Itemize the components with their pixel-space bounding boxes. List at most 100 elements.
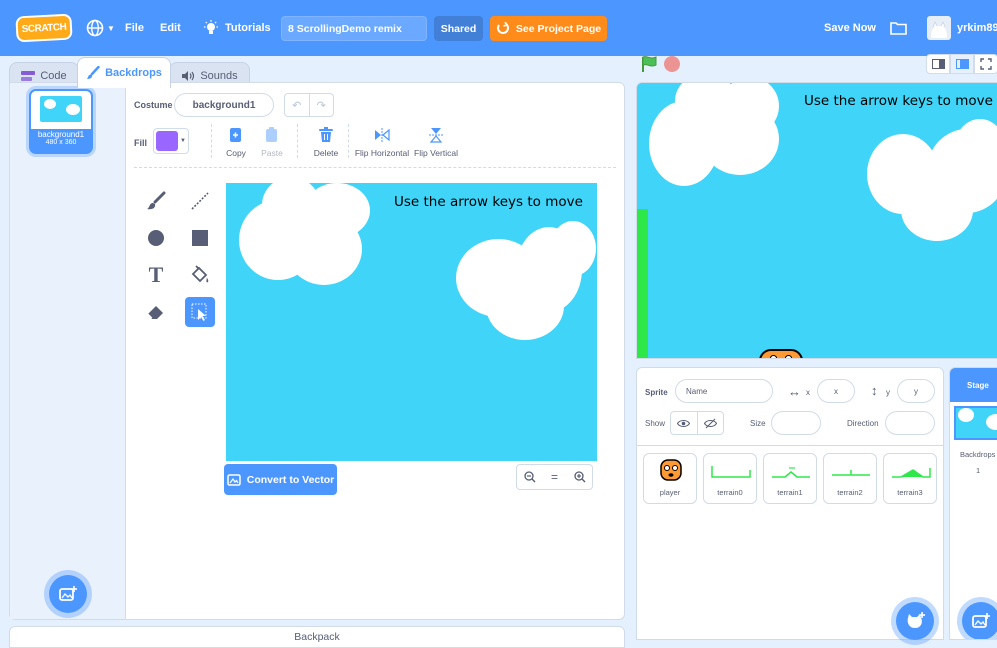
zoom-out-button[interactable] xyxy=(517,465,542,489)
file-menu[interactable]: File xyxy=(125,16,144,40)
fullscreen-button[interactable] xyxy=(974,54,997,74)
scratch-logo[interactable]: SCRATCH xyxy=(15,13,73,43)
line-tool[interactable] xyxy=(185,186,215,216)
choose-sprite-button[interactable] xyxy=(896,602,934,640)
cloud xyxy=(456,217,597,342)
my-stuff-folder[interactable] xyxy=(890,16,907,40)
sprite-tile-terrain2[interactable]: terrain2 xyxy=(823,453,877,504)
account-menu[interactable]: yrkim89 xyxy=(927,16,997,40)
avatar xyxy=(927,16,951,40)
image-icon xyxy=(226,473,241,486)
hide-button[interactable] xyxy=(698,412,724,434)
delete-button[interactable]: Delete xyxy=(306,127,346,159)
see-project-page-button[interactable]: See Project Page xyxy=(490,16,607,41)
stage-canvas[interactable]: Use the arrow keys to move xyxy=(636,82,997,359)
y-input[interactable]: y xyxy=(897,379,935,403)
fill-swatch xyxy=(156,131,178,151)
text-icon: T xyxy=(148,262,164,287)
backdrop-thumbnail xyxy=(40,96,82,122)
undo-redo-group: ↶ ↷ xyxy=(284,93,334,117)
backdrops-count: 1 xyxy=(976,466,981,475)
sprite-name: terrain2 xyxy=(837,488,863,497)
size-label: Size xyxy=(750,419,766,428)
sprite-tile-player[interactable]: player xyxy=(643,453,697,504)
stage-selector[interactable]: Stage Backdrops 1 xyxy=(949,367,997,640)
circle-tool[interactable] xyxy=(141,223,171,253)
undo-button[interactable]: ↶ xyxy=(285,94,310,116)
paintbrush-icon xyxy=(87,66,100,79)
paint-editor: Costume background1 ↶ ↷ Fill ▼ Copy Past… xyxy=(126,83,626,619)
costume-label: Costume xyxy=(134,100,173,110)
save-now-button[interactable]: Save Now xyxy=(824,16,876,40)
rectangle-tool[interactable] xyxy=(185,223,215,253)
select-cursor-icon xyxy=(191,303,207,321)
convert-to-vector-button[interactable]: Convert to Vector xyxy=(224,464,337,495)
globe-icon xyxy=(86,19,104,37)
undo-icon: ↶ xyxy=(292,99,302,112)
copy-button[interactable]: Copy xyxy=(218,127,254,159)
sprite-tile-terrain3[interactable]: terrain3 xyxy=(883,453,937,504)
x-input[interactable]: x xyxy=(817,379,855,403)
choose-backdrop-button[interactable] xyxy=(49,575,87,613)
lightbulb-icon xyxy=(204,20,218,34)
tutorials-button[interactable]: Tutorials xyxy=(203,16,271,40)
tab-backdrops[interactable]: Backdrops xyxy=(77,57,171,88)
sprite-tile-terrain1[interactable]: terrain1 xyxy=(763,453,817,504)
large-stage-button[interactable] xyxy=(950,54,974,74)
cloud xyxy=(647,83,797,193)
text-tool[interactable]: T xyxy=(141,260,171,290)
eye-icon xyxy=(677,419,691,427)
green-terrain-bar xyxy=(637,209,648,358)
stop-button[interactable] xyxy=(664,56,680,72)
caret-down-icon: ▼ xyxy=(180,138,186,144)
player-sprite xyxy=(759,349,803,358)
select-tool[interactable] xyxy=(185,297,215,327)
redo-button[interactable]: ↷ xyxy=(310,94,334,116)
brush-tool[interactable] xyxy=(141,186,171,216)
zoom-in-button[interactable] xyxy=(567,465,592,489)
terrain3-thumbnail xyxy=(892,468,931,478)
y-label: y xyxy=(886,388,890,397)
x-label: x xyxy=(806,388,810,397)
direction-input[interactable] xyxy=(885,411,935,435)
costume-name-input[interactable]: background1 xyxy=(174,93,274,117)
project-title-input[interactable]: 8 ScrollingDemo remix xyxy=(281,16,427,41)
choose-backdrop-stage-button[interactable] xyxy=(962,602,997,639)
player-thumbnail xyxy=(660,459,682,481)
flip-vertical-button[interactable]: Flip Vertical xyxy=(412,127,460,159)
shared-button[interactable]: Shared xyxy=(434,16,483,41)
size-input[interactable] xyxy=(771,411,821,435)
zoom-reset-button[interactable]: = xyxy=(542,465,567,489)
menu-bar: SCRATCH ▼ File Edit Tutorials 8 Scrollin… xyxy=(0,0,997,56)
paste-button[interactable]: Paste xyxy=(254,127,290,159)
eraser-tool[interactable] xyxy=(141,297,171,327)
paint-canvas[interactable]: Use the arrow keys to move xyxy=(226,183,597,461)
sprite-pane: Sprite Name ↔ x x ↕ y y Show Size Direct… xyxy=(636,367,944,640)
fill-tool[interactable] xyxy=(185,260,215,290)
flip-horizontal-button[interactable]: Flip Horizontal xyxy=(352,127,412,159)
backpack[interactable]: Backpack xyxy=(9,626,625,648)
fill-label: Fill xyxy=(134,138,147,148)
flip-horizontal-icon xyxy=(375,128,390,142)
green-flag-button[interactable] xyxy=(640,55,658,73)
sprite-name-input[interactable]: Name xyxy=(675,379,773,403)
terrain2-thumbnail xyxy=(832,470,870,476)
sprite-name: terrain0 xyxy=(717,488,743,497)
large-stage-icon xyxy=(955,59,969,69)
backdrop-number: 1 xyxy=(34,92,39,101)
rectangle-icon xyxy=(192,230,208,246)
trash-icon xyxy=(319,127,333,142)
stage-header: Stage xyxy=(950,368,997,402)
show-button[interactable] xyxy=(671,412,698,434)
speaker-icon xyxy=(182,70,195,81)
fill-color-picker[interactable]: ▼ xyxy=(153,128,189,154)
backdrop-tile[interactable]: 1 background1 480 x 360 xyxy=(29,89,93,154)
sprite-tile-terrain0[interactable]: terrain0 xyxy=(703,453,757,504)
backdrop-editor-panel: 1 background1 480 x 360 Costume backgrou… xyxy=(9,82,625,620)
language-menu[interactable]: ▼ xyxy=(86,16,115,40)
copy-icon xyxy=(230,128,241,142)
stage-text: Use the arrow keys to move xyxy=(804,93,993,109)
cloud xyxy=(867,119,997,244)
edit-menu[interactable]: Edit xyxy=(160,16,181,40)
small-stage-button[interactable] xyxy=(926,54,950,74)
